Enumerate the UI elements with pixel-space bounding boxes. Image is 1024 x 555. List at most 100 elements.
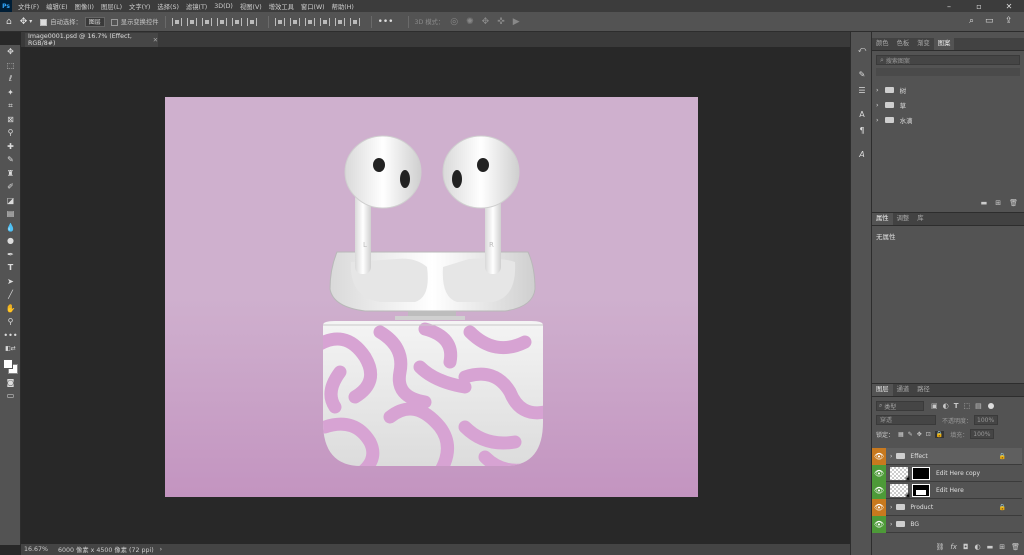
- align-bottom-icon[interactable]: [246, 17, 257, 26]
- canvas-area[interactable]: L R: [22, 47, 850, 544]
- tab-channels[interactable]: 通道: [893, 384, 914, 396]
- workspace-icon[interactable]: ▭: [985, 16, 994, 26]
- align-right-icon[interactable]: [201, 17, 212, 26]
- filter-type-icon[interactable]: T: [954, 402, 959, 410]
- visibility-eye-icon[interactable]: 👁: [872, 481, 886, 499]
- menu-3d[interactable]: 3D(D): [214, 3, 233, 10]
- tab-adjustments[interactable]: 调整: [893, 213, 914, 225]
- menu-window[interactable]: 窗口(W): [301, 2, 325, 11]
- lock-transparent-icon[interactable]: ▦: [898, 431, 904, 438]
- eyedropper-tool-icon[interactable]: ⚲: [0, 126, 21, 140]
- visibility-eye-icon[interactable]: 👁: [872, 464, 886, 482]
- menu-file[interactable]: 文件(F): [18, 2, 39, 11]
- auto-select-target-dropdown[interactable]: 图层: [84, 16, 105, 27]
- chevron-right-icon[interactable]: ›: [890, 504, 892, 511]
- artboard[interactable]: L R: [165, 97, 698, 497]
- distribute-4-icon[interactable]: [319, 17, 330, 26]
- menu-help[interactable]: 帮助(H): [332, 2, 354, 11]
- chevron-right-icon[interactable]: ›: [890, 521, 892, 528]
- minimize-icon[interactable]: –: [934, 0, 964, 12]
- menu-image[interactable]: 图像(I): [75, 2, 94, 11]
- healing-brush-tool-icon[interactable]: ✚: [0, 140, 21, 154]
- menu-plugins[interactable]: 增效工具: [269, 2, 294, 11]
- visibility-eye-icon[interactable]: 👁: [872, 447, 886, 465]
- menu-type[interactable]: 文字(Y): [129, 2, 150, 11]
- filter-adjustment-icon[interactable]: ◐: [943, 402, 949, 410]
- layer-filter-kind-dropdown[interactable]: ⌕ 类型: [876, 401, 924, 411]
- dodge-tool-icon[interactable]: ●: [0, 234, 21, 248]
- layer-style-icon[interactable]: fx: [950, 543, 957, 551]
- hand-tool-icon[interactable]: ✋: [0, 302, 21, 316]
- tab-color[interactable]: 颜色: [872, 38, 893, 50]
- history-panel-icon[interactable]: ⤺: [851, 42, 873, 58]
- filter-pixel-icon[interactable]: ▣: [931, 402, 938, 410]
- lock-image-icon[interactable]: ✎: [908, 431, 913, 438]
- align-vcenter-icon[interactable]: [231, 17, 242, 26]
- filter-shape-icon[interactable]: ⬚: [964, 402, 971, 410]
- zoom-level[interactable]: 16.67%: [24, 546, 48, 553]
- frame-tool-icon[interactable]: ⊠: [0, 113, 21, 127]
- pattern-group-grass[interactable]: › 草: [872, 97, 1024, 112]
- layer-mask-thumbnail[interactable]: [912, 483, 930, 497]
- layer-row-effect[interactable]: 👁 › Effect 🔒: [872, 447, 1022, 465]
- tool-preset-chevron-icon[interactable]: ▾: [29, 18, 32, 25]
- clone-stamp-tool-icon[interactable]: ♜: [0, 167, 21, 181]
- adjustments-panel-icon[interactable]: ☰: [851, 82, 873, 98]
- move-tool-icon[interactable]: ✥: [0, 45, 21, 59]
- filter-smart-object-icon[interactable]: ▤: [975, 402, 982, 410]
- menu-view[interactable]: 视图(V): [240, 2, 262, 11]
- link-layers-icon[interactable]: ⛓: [935, 543, 944, 551]
- 3d-slide-icon[interactable]: ✜: [497, 17, 505, 27]
- history-brush-tool-icon[interactable]: ✐: [0, 180, 21, 194]
- 3d-camera-icon[interactable]: ▶: [513, 17, 520, 27]
- align-hcenter-icon[interactable]: [186, 17, 197, 26]
- tab-paths[interactable]: 路径: [913, 384, 934, 396]
- tab-properties[interactable]: 属性: [872, 213, 893, 225]
- 3d-orbit-icon[interactable]: ◎: [450, 17, 458, 27]
- 3d-roll-icon[interactable]: ✺: [466, 17, 474, 27]
- layer-row-product[interactable]: 👁 › Product 🔒: [872, 498, 1022, 516]
- distribute-5-icon[interactable]: [334, 17, 345, 26]
- 3d-pan-icon[interactable]: ✥: [482, 17, 490, 27]
- new-group-icon[interactable]: ▬: [981, 199, 988, 207]
- status-menu-chevron-icon[interactable]: ›: [160, 546, 163, 553]
- move-tool-icon[interactable]: ✥: [20, 17, 28, 27]
- tab-gradients[interactable]: 渐变: [913, 38, 934, 50]
- glyphs-panel-icon[interactable]: A: [851, 146, 873, 162]
- quick-mask-icon[interactable]: ◙: [0, 376, 21, 390]
- new-layer-icon[interactable]: ⊞: [999, 543, 1005, 551]
- tab-layers[interactable]: 图层: [872, 384, 893, 396]
- default-colors-icon[interactable]: ◧⇄: [0, 342, 21, 356]
- search-icon[interactable]: ⌕: [969, 16, 974, 26]
- maximize-icon[interactable]: ▫: [964, 0, 994, 12]
- pen-tool-icon[interactable]: ✒: [0, 248, 21, 262]
- type-tool-icon[interactable]: T: [0, 261, 21, 275]
- layer-mask-thumbnail[interactable]: [912, 466, 930, 480]
- close-tab-icon[interactable]: ✕: [153, 37, 158, 44]
- paragraph-panel-icon[interactable]: ¶: [851, 122, 873, 138]
- lasso-tool-icon[interactable]: ℓ: [0, 72, 21, 86]
- line-tool-icon[interactable]: ╱: [0, 288, 21, 302]
- trash-icon[interactable]: 🗑: [1009, 199, 1018, 207]
- opacity-input[interactable]: 100%: [974, 415, 999, 425]
- pattern-group-tree[interactable]: › 树: [872, 82, 1024, 97]
- new-group-icon[interactable]: ▬: [987, 543, 994, 551]
- align-top-icon[interactable]: [216, 17, 227, 26]
- show-transform-checkbox[interactable]: [110, 19, 118, 26]
- brush-tool-icon[interactable]: ✎: [0, 153, 21, 167]
- lock-all-icon[interactable]: 🔒: [934, 430, 945, 438]
- eraser-tool-icon[interactable]: ◪: [0, 194, 21, 208]
- path-selection-tool-icon[interactable]: ➤: [0, 275, 21, 289]
- blend-mode-dropdown[interactable]: 穿透: [876, 415, 936, 425]
- blur-tool-icon[interactable]: 💧: [0, 221, 21, 235]
- layer-row-edit-here[interactable]: 👁 ▣ Edit Here: [872, 481, 1022, 499]
- more-tools-icon[interactable]: •••: [0, 329, 21, 343]
- fill-input[interactable]: 100%: [970, 429, 995, 439]
- tab-swatches[interactable]: 色板: [893, 38, 914, 50]
- lock-position-icon[interactable]: ✥: [917, 431, 922, 438]
- menu-edit[interactable]: 编辑(E): [46, 2, 68, 11]
- tab-patterns[interactable]: 图案: [933, 38, 955, 50]
- document-tab[interactable]: Image0001.psd @ 16.7% (Effect, RGB/8#) ✕: [25, 33, 158, 47]
- foreground-color-swatch[interactable]: [3, 358, 13, 369]
- screen-mode-icon[interactable]: ▭: [0, 389, 21, 403]
